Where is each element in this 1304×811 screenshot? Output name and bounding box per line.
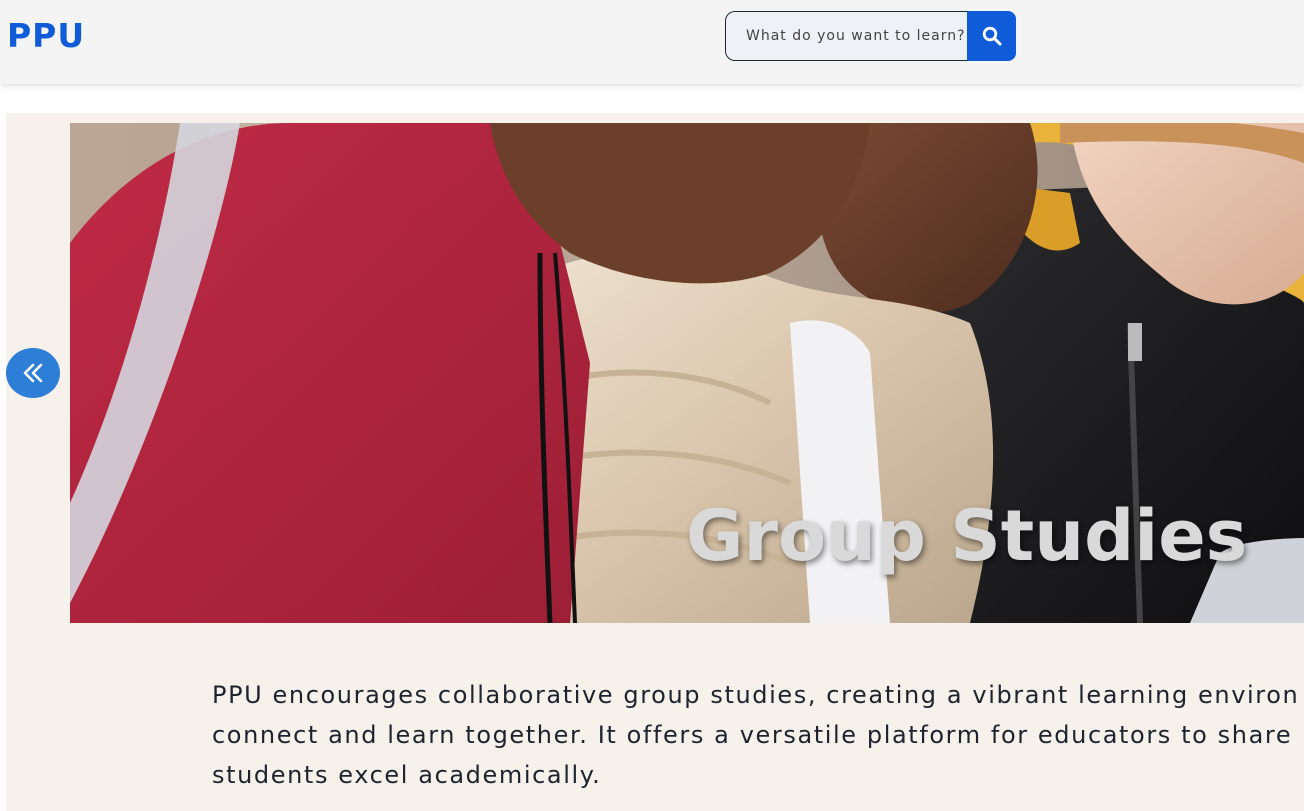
- description-line: students excel academically.: [212, 761, 602, 789]
- search-input[interactable]: [725, 11, 967, 61]
- description-line: PPU encourages collaborative group studi…: [212, 681, 1300, 709]
- slide-description: PPU encourages collaborative group studi…: [212, 675, 1304, 795]
- carousel-slide: Group Studies: [70, 123, 1304, 623]
- search-button[interactable]: [967, 11, 1016, 61]
- description-line: connect and learn together. It offers a …: [212, 721, 1293, 749]
- double-chevron-left-icon: [23, 363, 43, 383]
- search-bar: [725, 11, 1016, 61]
- main-content: Group Studies PPU encourages collaborati…: [6, 113, 1304, 811]
- carousel-prev-button[interactable]: [6, 348, 60, 398]
- site-logo[interactable]: PPU: [7, 16, 85, 56]
- search-icon: [982, 26, 1001, 46]
- slide-title: Group Studies: [686, 495, 1248, 577]
- site-header: PPU: [0, 0, 1304, 84]
